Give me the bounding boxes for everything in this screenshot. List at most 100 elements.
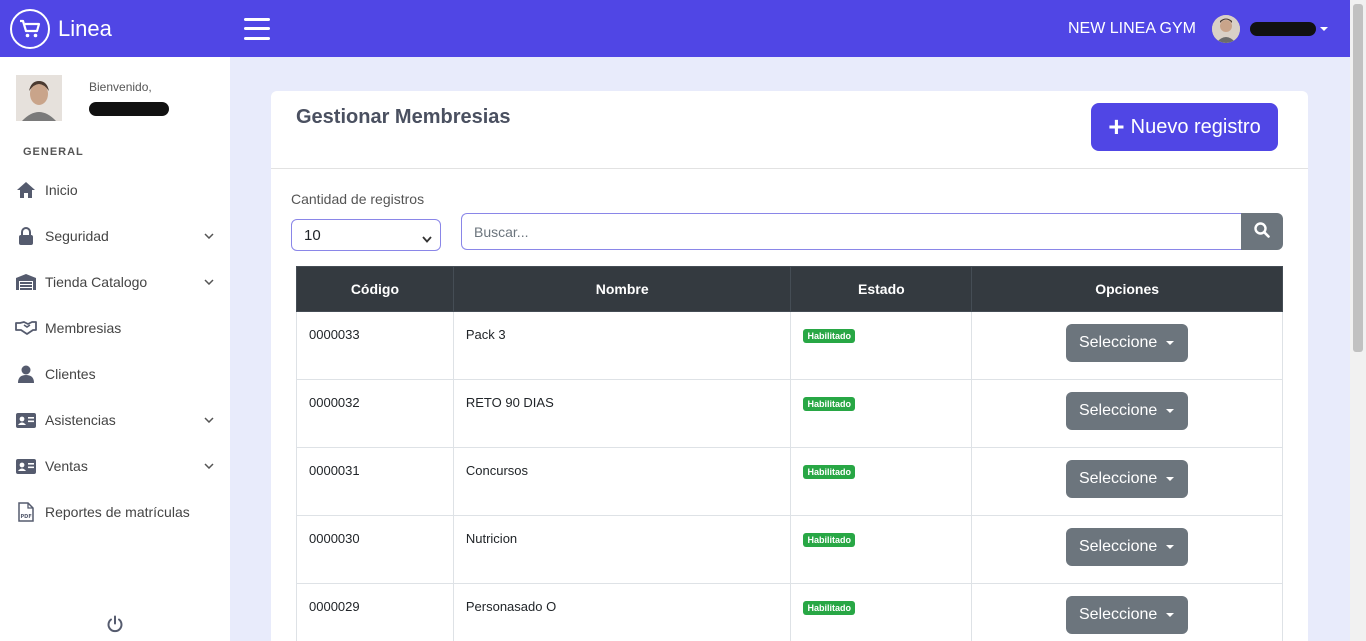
sidebar-item-ventas[interactable]: Ventas (0, 443, 230, 489)
user-icon (15, 363, 37, 385)
table-row: 0000032 RETO 90 DIAS Habilitado Seleccio… (296, 379, 1283, 448)
table-row: 0000031 Concursos Habilitado Seleccione (296, 447, 1283, 516)
new-record-button[interactable]: + Nuevo registro (1091, 103, 1278, 151)
chevron-down-icon (202, 413, 216, 427)
chevron-down-icon (1166, 613, 1175, 617)
chevron-down-icon (1166, 477, 1175, 481)
brand[interactable]: Linea (0, 0, 230, 57)
search-button[interactable] (1241, 213, 1283, 250)
cell-status: Habilitado (790, 379, 973, 448)
sidebar-item-label: Seguridad (45, 228, 109, 244)
cell-name: RETO 90 DIAS (452, 379, 792, 448)
chevron-down-icon[interactable] (1320, 26, 1328, 31)
sidebar-item-seguridad[interactable]: Seguridad (0, 213, 230, 259)
sidebar-item-clientes[interactable]: Clientes (0, 351, 230, 397)
menu-toggle-icon[interactable] (244, 17, 270, 40)
table-row: 0000033 Pack 3 Habilitado Seleccione (296, 311, 1283, 380)
column-header-code[interactable]: Código (296, 266, 454, 312)
options-label: Seleccione (1078, 402, 1158, 419)
chevron-down-icon (202, 275, 216, 289)
chevron-down-icon (1166, 545, 1175, 549)
status-badge: Habilitado (803, 329, 855, 343)
nav-section-title: GENERAL (23, 146, 84, 158)
column-header-status[interactable]: Estado (790, 266, 973, 312)
cell-options: Seleccione (971, 447, 1283, 516)
records-count-value: 10 (304, 226, 321, 244)
status-badge: Habilitado (803, 533, 855, 547)
cell-options: Seleccione (971, 379, 1283, 448)
page-title: Gestionar Membresias (296, 106, 511, 128)
sidebar-item-label: Tienda Catalogo (45, 274, 148, 290)
welcome-text: Bienvenido, (89, 80, 152, 94)
cell-code: 0000031 (296, 447, 454, 516)
svg-text:PDF: PDF (21, 514, 32, 520)
sidebar-item-label: Inicio (45, 182, 78, 198)
home-icon (15, 179, 37, 201)
cell-options: Seleccione (971, 583, 1283, 641)
options-dropdown-button[interactable]: Seleccione (1065, 324, 1189, 362)
cell-options: Seleccione (971, 311, 1283, 380)
chevron-down-icon (202, 229, 216, 243)
chevron-down-icon (202, 459, 216, 473)
page-scrollbar[interactable] (1350, 0, 1366, 641)
memberships-card: Gestionar Membresias + Nuevo registro Ca… (271, 91, 1308, 641)
sidebar-item-label: Membresias (45, 320, 122, 336)
handshake-icon (15, 317, 37, 339)
options-label: Seleccione (1078, 334, 1158, 351)
id-card-icon (15, 409, 37, 431)
new-record-label: Nuevo registro (1130, 115, 1261, 138)
search-icon (1254, 222, 1270, 241)
records-count-select[interactable]: 10 (291, 219, 441, 251)
cart-icon (10, 8, 50, 49)
column-header-name[interactable]: Nombre (452, 266, 792, 312)
sidebar-item-membresias[interactable]: Membresias (0, 305, 230, 351)
records-count-label: Cantidad de registros (291, 191, 425, 207)
options-dropdown-button[interactable]: Seleccione (1065, 392, 1189, 430)
cell-code: 0000029 (296, 583, 454, 641)
chevron-down-icon (422, 230, 432, 247)
table-row: 0000030 Nutricion Habilitado Seleccione (296, 515, 1283, 584)
top-navbar: Linea NEW LINEA GYM (0, 0, 1350, 57)
id-card-icon (15, 455, 37, 477)
table-row: 0000029 Personasado O Habilitado Selecci… (296, 583, 1283, 641)
sidebar-item-label: Clientes (45, 366, 96, 382)
sidebar-item-label: Ventas (45, 458, 88, 474)
user-name-redacted (89, 102, 169, 116)
sidebar-item-inicio[interactable]: Inicio (0, 167, 230, 213)
power-icon[interactable] (104, 613, 126, 635)
options-label: Seleccione (1078, 470, 1158, 487)
scrollbar-thumb[interactable] (1353, 4, 1363, 352)
cell-name: Concursos (452, 447, 792, 516)
sidebar-item-label: Reportes de matrículas (45, 504, 190, 520)
sidebar: Bienvenido, GENERAL Inicio Seguridad Tie… (0, 57, 230, 641)
column-header-options: Opciones (971, 266, 1283, 312)
cell-name: Pack 3 (452, 311, 792, 380)
status-badge: Habilitado (803, 465, 855, 479)
memberships-table: Código Nombre Estado Opciones 0000033 Pa… (296, 266, 1283, 641)
cell-status: Habilitado (790, 515, 973, 584)
status-badge: Habilitado (803, 601, 855, 615)
cell-code: 0000033 (296, 311, 454, 380)
gym-name: NEW LINEA GYM (1067, 19, 1196, 37)
sidebar-item-tienda-catalogo[interactable]: Tienda Catalogo (0, 259, 230, 305)
user-avatar[interactable] (1212, 14, 1240, 43)
sidebar-item-asistencias[interactable]: Asistencias (0, 397, 230, 443)
sidebar-item-label: Asistencias (45, 412, 116, 428)
app-name: Linea (58, 15, 112, 41)
options-dropdown-button[interactable]: Seleccione (1065, 460, 1189, 498)
cell-options: Seleccione (971, 515, 1283, 584)
options-dropdown-button[interactable]: Seleccione (1065, 596, 1189, 634)
plus-icon: + (1108, 111, 1125, 142)
user-name-redacted[interactable] (1250, 21, 1316, 36)
warehouse-icon (15, 271, 37, 293)
chevron-down-icon (1166, 341, 1175, 345)
search-input[interactable] (461, 213, 1241, 250)
search-group (461, 213, 1283, 250)
card-header: Gestionar Membresias + Nuevo registro (271, 91, 1308, 169)
status-badge: Habilitado (803, 397, 855, 411)
cell-status: Habilitado (790, 311, 973, 380)
options-dropdown-button[interactable]: Seleccione (1065, 528, 1189, 566)
avatar (16, 75, 62, 121)
pdf-file-icon: PDF (15, 501, 37, 523)
sidebar-item-reportes[interactable]: PDF Reportes de matrículas (0, 489, 230, 535)
